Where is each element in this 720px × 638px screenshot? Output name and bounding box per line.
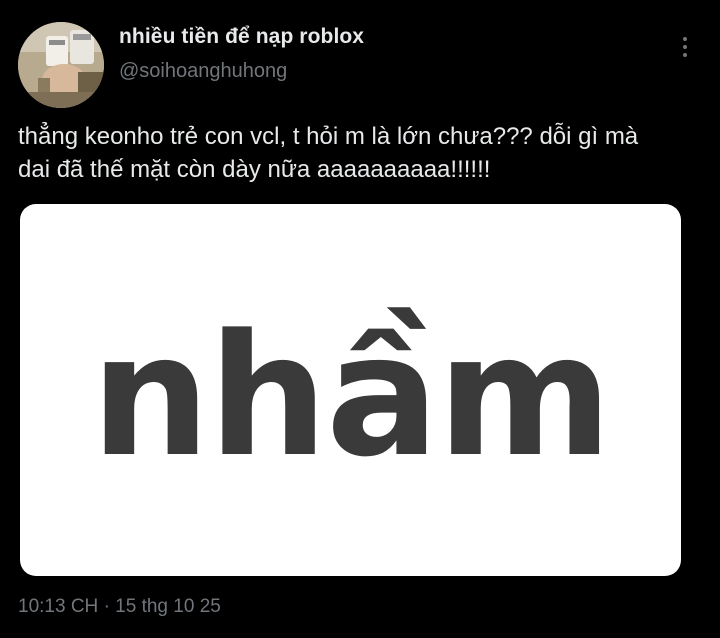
tweet: nhiều tiền để nạp roblox @soihoanghuhong… — [0, 0, 720, 638]
more-options-button[interactable] — [670, 32, 700, 62]
tweet-media-image[interactable]: nhầm — [20, 204, 681, 576]
tweet-text-line: thẳng keonho trẻ con vcl, t hỏi m là lớn… — [18, 123, 639, 150]
timestamp-row: 10:13 CH · 15 thg 10 25 — [18, 596, 221, 618]
more-vertical-icon — [683, 37, 687, 57]
media-text: nhầm — [90, 298, 613, 494]
tweet-text-line: dai đã thế mặt còn dày nữa aaaaaaaaaa!!!… — [18, 156, 491, 183]
avatar[interactable] — [18, 22, 104, 108]
tweet-time[interactable]: 10:13 CH — [18, 596, 98, 617]
tweet-date[interactable]: 15 thg 10 25 — [115, 596, 221, 617]
handle[interactable]: @soihoanghuhong — [119, 60, 287, 83]
display-name[interactable]: nhiều tiền để nạp roblox — [119, 25, 364, 49]
profile-photo-icon — [18, 22, 104, 108]
timestamp-separator: · — [103, 596, 110, 617]
tweet-text: thẳng keonho trẻ con vcl, t hỏi m là lớn… — [18, 120, 708, 186]
